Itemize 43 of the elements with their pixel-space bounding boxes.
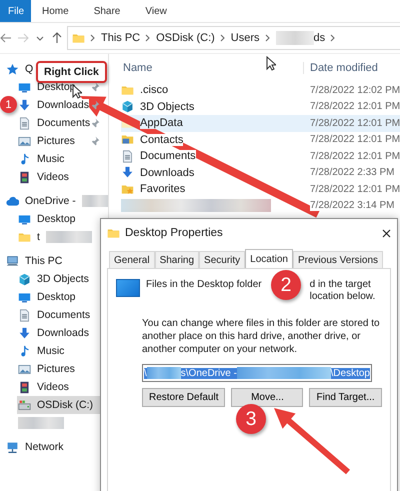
sidebar-label: Downloads — [37, 99, 89, 111]
sidebar-label: Pictures — [37, 363, 75, 375]
sidebar-label: Downloads — [37, 327, 89, 339]
right-click-tooltip: Right Click — [36, 61, 107, 83]
file-name: AppData — [140, 117, 183, 130]
sidebar-label: Videos — [37, 381, 69, 393]
sidebar-label: t — [37, 231, 40, 243]
file-name: Documents — [140, 150, 196, 162]
info-text: You can change where files in this folder are stored to another place on this hard drive, another drive, or another computer on your network. — [142, 317, 381, 356]
date-modified: 7/28/2022 12:01 PM — [310, 134, 400, 146]
date-modified: 7/28/2022 12:01 PM — [310, 118, 400, 129]
date-modified: 7/28/2022 12:01 PM — [310, 101, 400, 112]
sidebar-label: Q — [25, 63, 34, 75]
path-text: s\OneDrive - — [180, 368, 237, 378]
path-text: \ — [144, 368, 147, 378]
file-name: Favorites — [140, 183, 186, 196]
description-text: Files in the Desktop folder — [146, 279, 262, 291]
sidebar-label: Music — [37, 153, 64, 165]
sidebar-label: OneDrive - — [25, 195, 76, 207]
sidebar-label: Desktop — [37, 291, 76, 303]
sidebar-label: Network — [25, 441, 64, 453]
date-modified: 7/28/2022 3:14 PM — [310, 200, 395, 212]
file-name: Contacts — [140, 134, 184, 146]
step-badge: 1 — [0, 96, 17, 113]
file-name: 3D Objects — [140, 100, 194, 113]
sidebar-label: This PC — [25, 255, 62, 267]
sidebar-label: 3D Objects — [37, 273, 89, 285]
sidebar-label: Pictures — [37, 135, 75, 147]
file-name: .cisco — [140, 84, 168, 96]
sidebar-label: Videos — [37, 171, 69, 183]
file-name: Downloads — [140, 166, 194, 179]
sidebar-label: Documents — [37, 117, 90, 129]
sidebar-label: Documents — [37, 309, 90, 321]
path-text: \Desktop — [330, 368, 370, 378]
date-modified: 7/28/2022 12:01 PM — [310, 184, 400, 195]
sidebar-label: Desktop — [37, 213, 76, 225]
description-text: d in the target location below. — [310, 279, 376, 303]
sidebar-label: Music — [37, 345, 64, 357]
dialog-title: Desktop Properties — [125, 227, 224, 239]
date-modified: 7/28/2022 2:33 PM — [310, 167, 395, 178]
sidebar-label: OSDisk (C:) — [37, 399, 93, 411]
date-modified: 7/28/2022 12:02 PM — [310, 84, 400, 96]
date-modified: 7/28/2022 12:01 PM — [310, 150, 400, 162]
